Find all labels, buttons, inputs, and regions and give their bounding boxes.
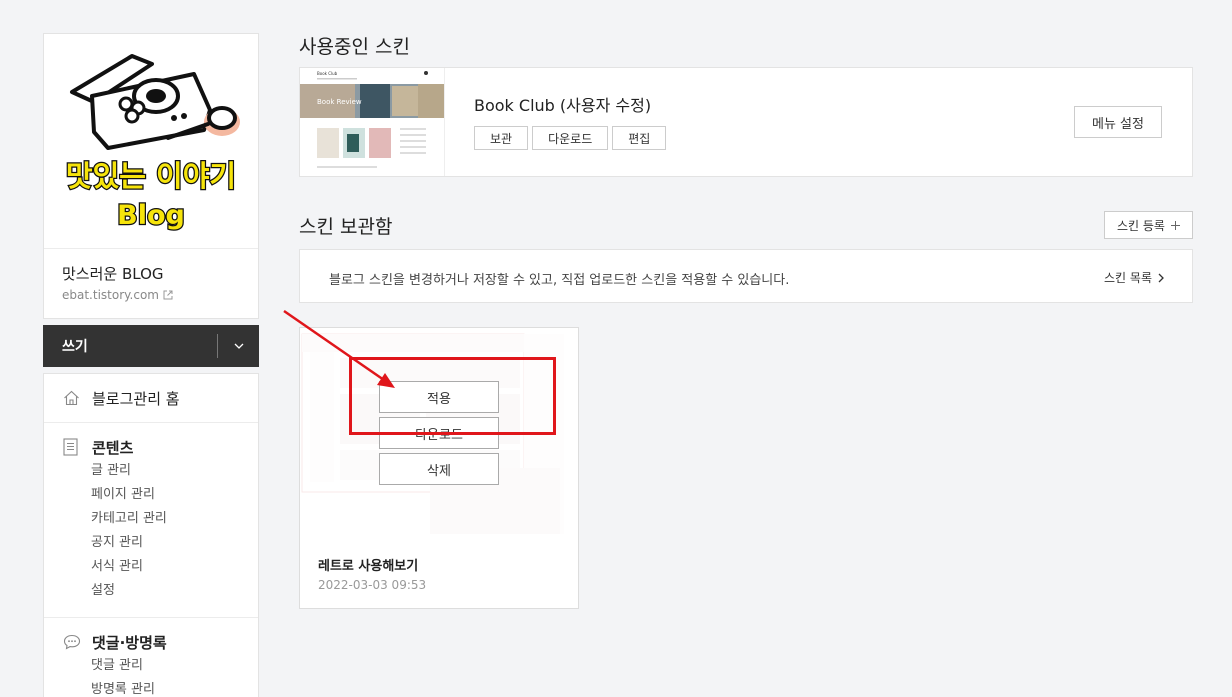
thumb-title: Book Club [317, 71, 338, 76]
admin-menu: 블로그관리 홈 콘텐츠 글 관리 페이지 관리 카테고리 관리 공지 관리 서식… [43, 373, 259, 697]
skin-storage-title: 스킨 보관함 [299, 216, 393, 238]
sidebar: 맛있는 이야기 Blog 맛스러운 BLOG ebat.tistory.com … [43, 33, 259, 697]
storage-info-panel: 블로그 스킨을 변경하거나 저장할 수 있고, 직접 업로드한 스킨을 적용할 … [299, 249, 1193, 303]
chevron-down-icon [234, 343, 243, 349]
skin-list-label: 스킨 목록 [1104, 271, 1152, 285]
plus-icon [1170, 220, 1180, 230]
external-link-icon[interactable] [163, 290, 173, 300]
skin-preview-image: Book Club Book Review [300, 68, 444, 176]
menu-item-templates[interactable]: 서식 관리 [44, 555, 258, 579]
delete-button[interactable]: 삭제 [379, 453, 499, 485]
profile-card: 맛있는 이야기 Blog 맛스러운 BLOG ebat.tistory.com [43, 33, 259, 319]
logo-text: 맛있는 이야기 [66, 159, 236, 193]
skin-card-date: 2022-03-03 09:53 [318, 578, 427, 592]
menu-item-categories[interactable]: 카테고리 관리 [44, 507, 258, 531]
blog-url[interactable]: ebat.tistory.com [62, 288, 159, 302]
current-skin-name: Book Club (사용자 수정) [474, 96, 652, 115]
thumb-banner: Book Review [317, 98, 362, 106]
current-skin-panel: Book Club Book Review Book Club (사용자 수정)… [299, 67, 1193, 177]
document-icon [63, 438, 78, 456]
download-button[interactable]: 다운로드 [532, 126, 609, 150]
menu-contents[interactable]: 콘텐츠 [44, 435, 258, 459]
menu-item-comments[interactable]: 댓글 관리 [44, 654, 258, 678]
chevron-right-icon [1158, 273, 1164, 282]
menu-item-notices[interactable]: 공지 관리 [44, 531, 258, 555]
skin-card-name: 레트로 사용해보기 [318, 559, 419, 574]
current-skin-actions: 보관 다운로드 편집 [474, 126, 667, 150]
menu-settings-button[interactable]: 메뉴 설정 [1074, 106, 1162, 138]
logo-sub: Blog [117, 200, 185, 231]
blog-logo[interactable]: 맛있는 이야기 Blog [44, 34, 258, 249]
menu-item-settings[interactable]: 설정 [44, 579, 258, 603]
write-button[interactable]: 쓰기 [43, 336, 88, 356]
current-skin-title: 사용중인 스킨 [299, 36, 410, 58]
menu-item-pages[interactable]: 페이지 관리 [44, 483, 258, 507]
blog-name[interactable]: 맛스러운 BLOG [62, 263, 240, 284]
menu-comments[interactable]: 댓글·방명록 [44, 630, 258, 654]
menu-home-label: 블로그관리 홈 [92, 389, 180, 408]
storage-info-text: 블로그 스킨을 변경하거나 저장할 수 있고, 직접 업로드한 스킨을 적용할 … [329, 273, 790, 288]
edit-button[interactable]: 편집 [612, 126, 667, 150]
home-icon [64, 390, 79, 406]
blog-url-link[interactable]: ebat.tistory.com [62, 288, 240, 302]
skin-list-link[interactable]: 스킨 목록 [1104, 269, 1164, 286]
menu-home[interactable]: 블로그관리 홈 [44, 386, 258, 410]
menu-contents-label: 콘텐츠 [92, 438, 134, 457]
current-skin-thumbnail: Book Club Book Review [300, 68, 445, 176]
menu-item-guestbook[interactable]: 방명록 관리 [44, 678, 258, 697]
write-bar: 쓰기 [43, 325, 259, 367]
write-dropdown-toggle[interactable] [217, 334, 259, 358]
menu-comments-label: 댓글·방명록 [92, 633, 167, 652]
annotation-highlight-box [349, 357, 556, 435]
archive-button[interactable]: 보관 [474, 126, 529, 150]
register-skin-label: 스킨 등록 [1117, 218, 1165, 233]
speech-bubble-icon [63, 634, 81, 650]
menu-item-posts[interactable]: 글 관리 [44, 459, 258, 483]
register-skin-button[interactable]: 스킨 등록 [1104, 211, 1193, 239]
lunchbox-illustration: 맛있는 이야기 Blog [65, 54, 240, 232]
